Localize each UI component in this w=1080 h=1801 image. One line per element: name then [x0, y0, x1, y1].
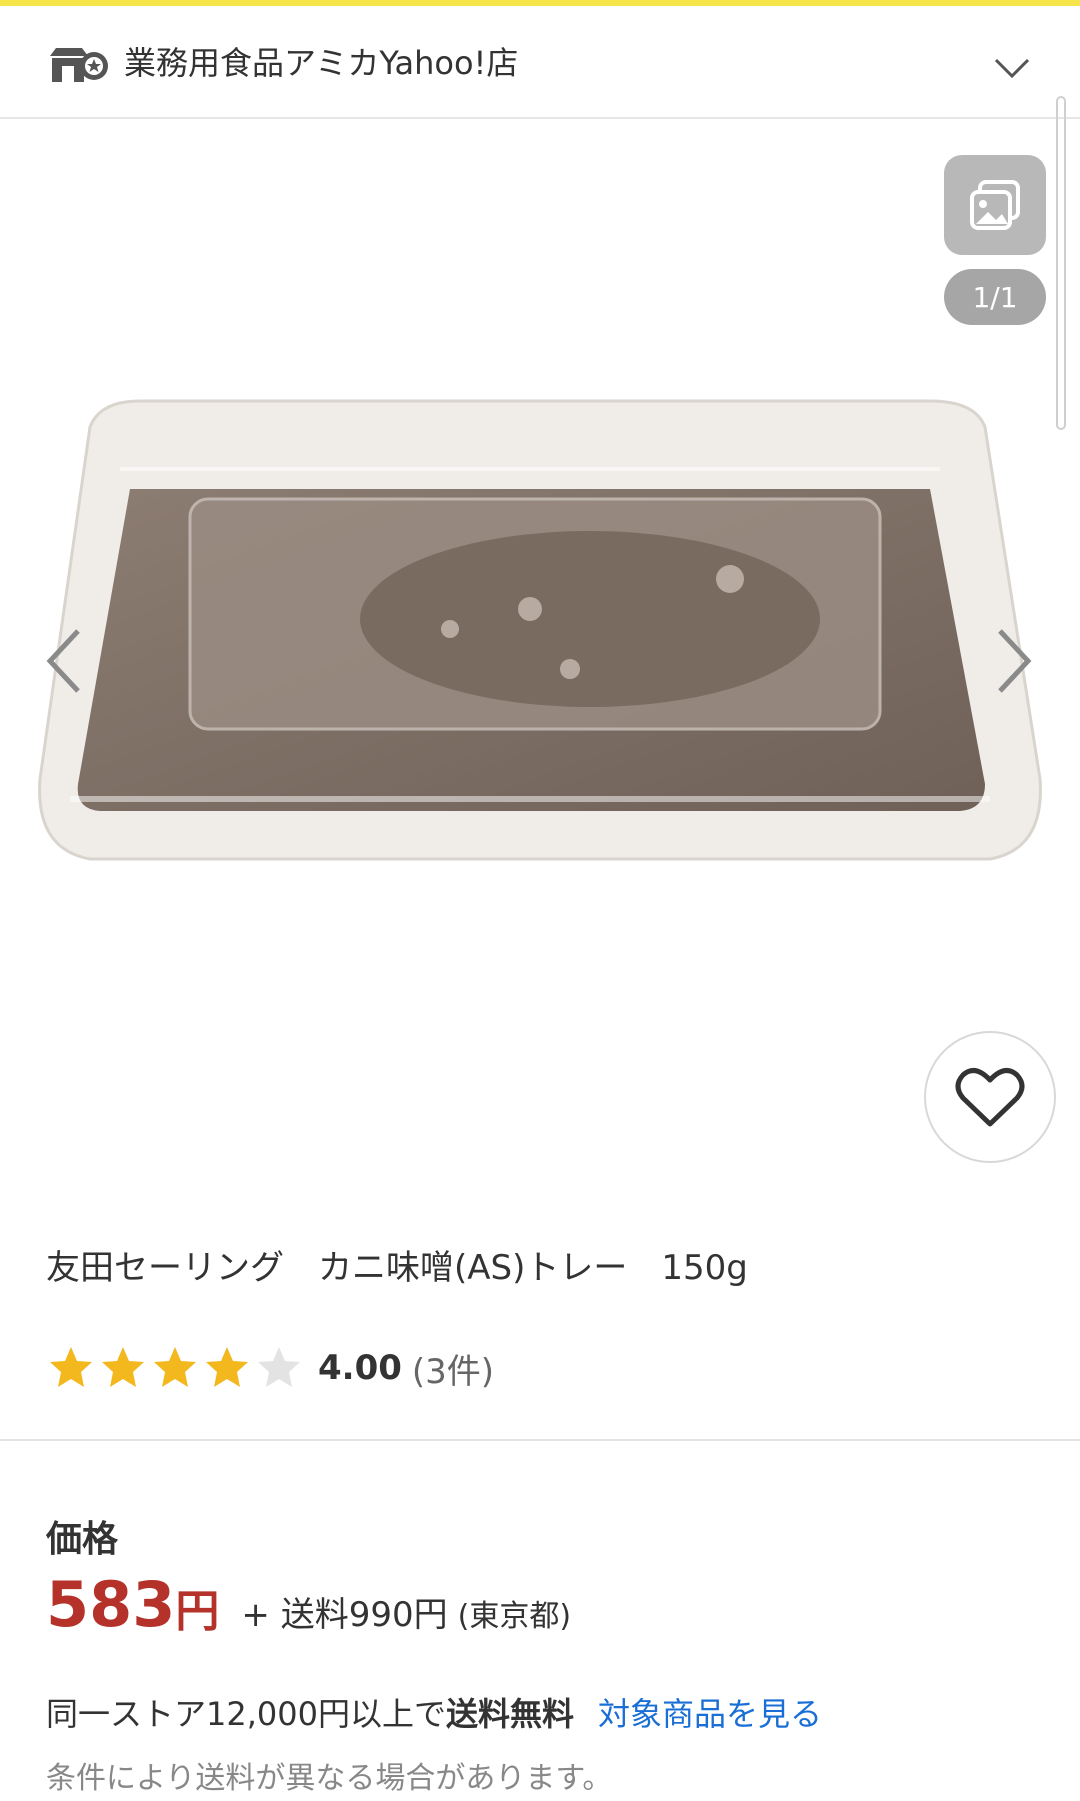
product-title: 友田セーリング カニ味噌(AS)トレー 150g: [46, 1248, 748, 1288]
store-name[interactable]: 業務用食品アミカYahoo!店: [124, 41, 518, 85]
price-unit: 円: [175, 1586, 220, 1637]
shipping-fee: + 送料990円: [241, 1595, 448, 1635]
chevron-right-icon[interactable]: [984, 621, 1044, 701]
product-image: [38, 399, 1042, 861]
shipping-region: (東京都): [457, 1599, 572, 1634]
review-count[interactable]: (3件): [412, 1344, 494, 1393]
price-label: 価格: [46, 1519, 119, 1560]
rating-row[interactable]: 4.00 (3件): [46, 1344, 494, 1392]
section-divider: [0, 1439, 1080, 1441]
gallery-icon: [970, 180, 1020, 230]
store-badge-icon: [50, 48, 108, 82]
chevron-down-icon[interactable]: [992, 48, 1032, 88]
price-row: 583 円 + 送料990円 (東京都): [46, 1568, 571, 1658]
price-amount: 583: [46, 1568, 176, 1641]
free-shipping-row: 同一ストア12,000円以上で 送料無料 対象商品を見る: [46, 1690, 822, 1738]
star-empty-icon: [258, 1347, 300, 1387]
chevron-left-icon[interactable]: [34, 621, 94, 701]
page-scrollbar[interactable]: [1056, 96, 1066, 430]
star-filled-icon: [102, 1347, 144, 1387]
store-header[interactable]: 業務用食品アミカYahoo!店: [0, 6, 1080, 119]
free-shipping-condition: 同一ストア12,000円以上で: [46, 1695, 446, 1733]
image-page-counter: 1/1: [944, 269, 1046, 325]
star-filled-icon: [206, 1347, 248, 1387]
favorite-button[interactable]: [924, 1031, 1056, 1163]
free-shipping-label: 送料無料: [445, 1695, 574, 1733]
star-filled-icon: [154, 1347, 196, 1387]
heart-icon: [955, 1068, 1025, 1127]
star-filled-icon: [50, 1347, 92, 1387]
rating-stars: [46, 1343, 304, 1393]
eligible-items-link[interactable]: 対象商品を見る: [598, 1690, 822, 1738]
product-image-gallery[interactable]: 1/1: [0, 119, 1080, 1179]
rating-value: 4.00: [318, 1348, 402, 1388]
shipping-note: 条件により送料が異なる場合があります。: [46, 1761, 613, 1796]
gallery-view-button[interactable]: [944, 155, 1046, 255]
